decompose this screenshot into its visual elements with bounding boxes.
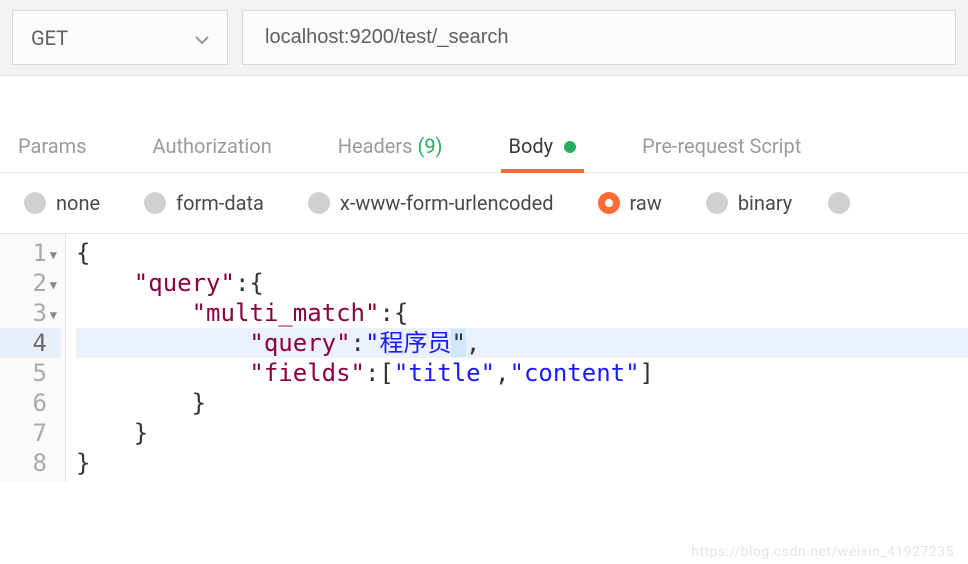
tab-body-label: Body (509, 134, 554, 158)
radio-icon (144, 192, 166, 214)
tab-headers[interactable]: Headers (9) (336, 122, 445, 172)
watermark-text: https://blog.csdn.net/weixin_41927235 (691, 544, 954, 560)
tab-authorization[interactable]: Authorization (151, 122, 274, 172)
http-method-select[interactable]: GET (12, 10, 228, 65)
tab-headers-count: (9) (417, 134, 442, 158)
body-type-formdata[interactable]: form-data (144, 191, 264, 215)
body-type-label: none (56, 191, 100, 215)
editor-content[interactable]: { "query":{ "multi_match":{ "query":"程序员… (66, 234, 968, 482)
dot-icon (564, 141, 576, 153)
radio-icon (706, 192, 728, 214)
radio-icon (24, 192, 46, 214)
tab-params[interactable]: Params (16, 122, 89, 172)
chevron-down-icon (195, 26, 209, 50)
body-type-label: binary (738, 191, 792, 215)
url-input-container (242, 10, 956, 65)
tab-body[interactable]: Body (507, 122, 579, 172)
http-method-value: GET (31, 26, 68, 50)
body-type-label: raw (630, 191, 662, 215)
body-type-label: x-www-form-urlencoded (340, 191, 554, 215)
body-type-label: form-data (176, 191, 264, 215)
radio-icon (308, 192, 330, 214)
code-editor[interactable]: 1▼2▼3▼45678 { "query":{ "multi_match":{ … (0, 233, 968, 482)
request-bar: GET (0, 0, 968, 76)
radio-selected-icon (598, 192, 620, 214)
url-input[interactable] (265, 26, 955, 49)
body-type-more[interactable] (828, 192, 850, 214)
body-type-none[interactable]: none (24, 191, 100, 215)
body-type-xwww[interactable]: x-www-form-urlencoded (308, 191, 554, 215)
body-type-raw[interactable]: raw (598, 191, 662, 215)
tab-prerequest[interactable]: Pre-request Script (640, 122, 803, 172)
radio-icon (828, 192, 850, 214)
editor-gutter: 1▼2▼3▼45678 (0, 234, 66, 482)
request-tabs: Params Authorization Headers (9) Body Pr… (0, 122, 968, 173)
body-type-row: none form-data x-www-form-urlencoded raw… (0, 173, 968, 233)
body-type-binary[interactable]: binary (706, 191, 792, 215)
tab-headers-label: Headers (338, 134, 413, 158)
